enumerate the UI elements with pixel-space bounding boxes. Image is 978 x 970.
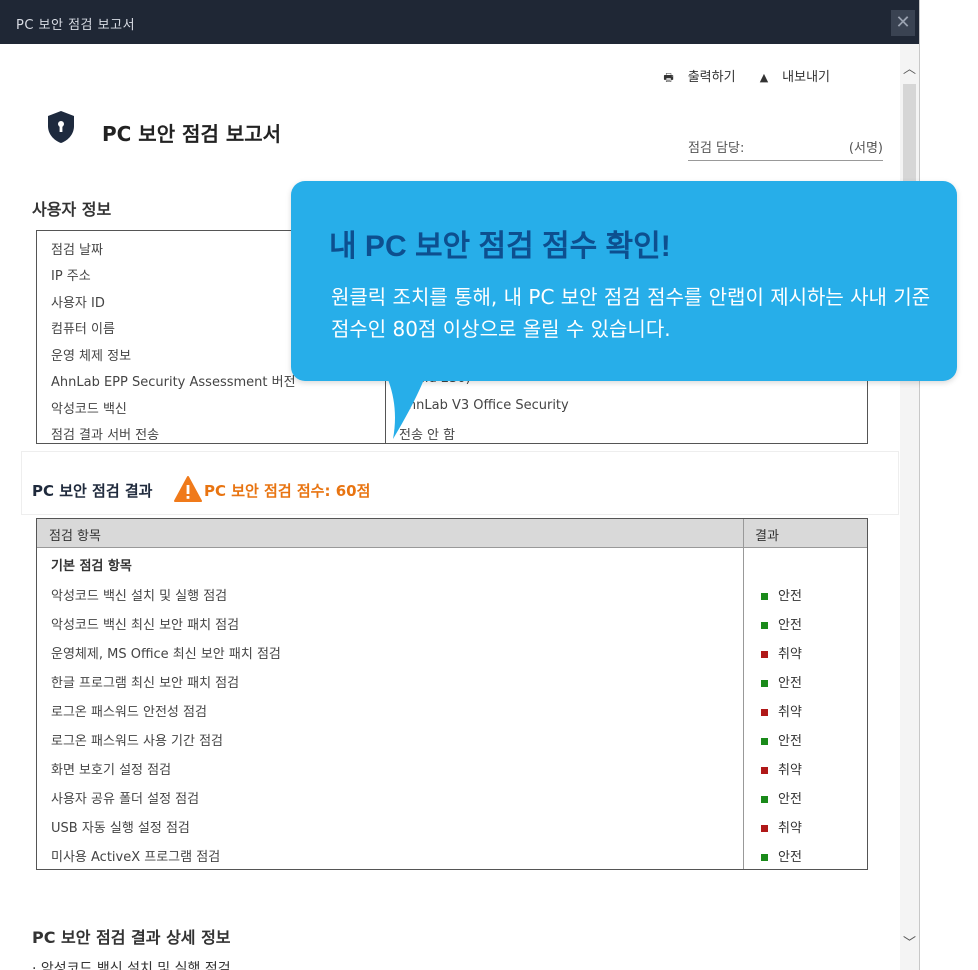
window-title: PC 보안 점검 보고서	[16, 18, 136, 33]
toolbar: 🖶 출력하기 ▲ 내보내기	[643, 66, 830, 88]
vulnerable-status-icon	[761, 709, 768, 716]
warning-icon	[174, 476, 202, 502]
shield-icon	[48, 111, 74, 143]
column-header-item: 점검 항목	[49, 529, 101, 544]
callout-headline: 내 PC 보안 점검 점수 확인!	[329, 230, 671, 263]
group-label: 기본 점검 항목	[51, 559, 132, 574]
safe-status-icon	[761, 680, 768, 687]
close-button[interactable]: ✕	[891, 10, 915, 36]
check-result-label: 안전	[778, 618, 802, 633]
info-label-ip: IP 주소	[51, 269, 91, 284]
check-result-label: 안전	[778, 792, 802, 807]
check-result-cell: 취약	[761, 759, 802, 778]
export-button[interactable]: ▲ 내보내기	[750, 70, 830, 85]
check-result-label: 안전	[778, 589, 802, 604]
safe-status-icon	[761, 593, 768, 600]
check-result-cell: 취약	[761, 643, 802, 662]
signature-placeholder: (서명)	[848, 141, 883, 156]
check-result-label: 안전	[778, 734, 802, 749]
check-result-label: 취약	[778, 647, 802, 662]
safe-status-icon	[761, 796, 768, 803]
check-result-cell: 안전	[761, 730, 802, 749]
check-item-label: 악성코드 백신 최신 보안 패치 점검	[51, 618, 240, 633]
info-label-antivirus: 악성코드 백신	[51, 402, 127, 417]
check-item-label: 악성코드 백신 설치 및 실행 점검	[51, 589, 228, 604]
info-label-userid: 사용자 ID	[51, 296, 105, 311]
info-label-server: 점검 결과 서버 전송	[51, 428, 160, 443]
check-result-label: 안전	[778, 676, 802, 691]
safe-status-icon	[761, 622, 768, 629]
check-item-label: 화면 보호기 설정 점검	[51, 763, 172, 778]
detail-title: PC 보안 점검 결과 상세 정보	[32, 928, 231, 947]
scroll-up-icon[interactable]: ︿	[900, 58, 919, 78]
security-score: PC 보안 점검 점수: 60점	[204, 482, 371, 500]
check-result-cell: 취약	[761, 701, 802, 720]
check-item-label: 미사용 ActiveX 프로그램 점검	[51, 850, 221, 865]
scroll-down-icon[interactable]: ﹀	[900, 932, 919, 952]
user-info-title: 사용자 정보	[32, 200, 112, 219]
printer-icon: 🖶	[663, 71, 674, 84]
check-item-label: 로그온 패스워드 안전성 점검	[51, 705, 207, 720]
report-title: PC 보안 점검 보고서	[102, 122, 282, 146]
check-item-label: USB 자동 실행 설정 점검	[51, 821, 190, 836]
check-item-label: 사용자 공유 폴더 설정 점검	[51, 792, 200, 807]
check-result-cell: 안전	[761, 585, 802, 604]
vulnerable-status-icon	[761, 767, 768, 774]
check-result-cell: 취약	[761, 817, 802, 836]
report-window: PC 보안 점검 보고서 ✕ 🖶 출력하기 ▲ 내보내기 PC 보안 점검 보고서 …	[0, 0, 920, 970]
check-item-label: 한글 프로그램 최신 보안 패치 점검	[51, 676, 240, 691]
check-result-cell: 안전	[761, 672, 802, 691]
column-header-result: 결과	[755, 529, 779, 544]
check-results-table: 점검 항목 결과 기본 점검 항목 악성코드 백신 설치 및 실행 점검 안전 악성…	[36, 518, 868, 870]
check-result-cell: 안전	[761, 614, 802, 633]
export-label: 내보내기	[782, 70, 830, 85]
info-label-version: AhnLab EPP Security Assessment 버전	[51, 375, 296, 390]
column-divider	[743, 519, 744, 869]
print-button[interactable]: 🖶 출력하기	[653, 70, 739, 85]
callout-tail	[387, 377, 425, 439]
info-label-date: 점검 날짜	[51, 243, 103, 258]
check-result-label: 취약	[778, 821, 802, 836]
score-callout: 내 PC 보안 점검 점수 확인! 원클릭 조치를 통해, 내 PC 보안 점검…	[291, 181, 957, 439]
vulnerable-status-icon	[761, 651, 768, 658]
check-result-label: 취약	[778, 763, 802, 778]
check-item-label: 운영체제, MS Office 최신 보안 패치 점검	[51, 647, 281, 662]
upload-icon: ▲	[759, 71, 769, 84]
callout-body: 원클릭 조치를 통해, 내 PC 보안 점검 점수를 안랩이 제시하는 사내 기…	[331, 285, 931, 341]
check-result-label: 취약	[778, 705, 802, 720]
print-label: 출력하기	[687, 70, 736, 85]
check-item-label: 로그온 패스워드 사용 기간 점검	[51, 734, 224, 749]
title-bar: PC 보안 점검 보고서 ✕	[0, 0, 919, 44]
safe-status-icon	[761, 854, 768, 861]
check-result-cell: 안전	[761, 788, 802, 807]
result-band: PC 보안 점검 결과 PC 보안 점검 점수: 60점	[22, 452, 898, 514]
info-label-os: 운영 체제 정보	[51, 349, 132, 364]
safe-status-icon	[761, 738, 768, 745]
detail-first-item: · 악성코드 백신 설치 및 실행 점검	[32, 961, 231, 970]
check-result-label: 안전	[778, 850, 802, 865]
vulnerable-status-icon	[761, 825, 768, 832]
result-title: PC 보안 점검 결과	[32, 482, 153, 500]
inspector-field: 점검 담당: (서명)	[688, 137, 883, 161]
info-label-computer: 컴퓨터 이름	[51, 322, 115, 337]
check-result-cell: 안전	[761, 846, 802, 865]
inspector-label: 점검 담당:	[688, 141, 745, 156]
